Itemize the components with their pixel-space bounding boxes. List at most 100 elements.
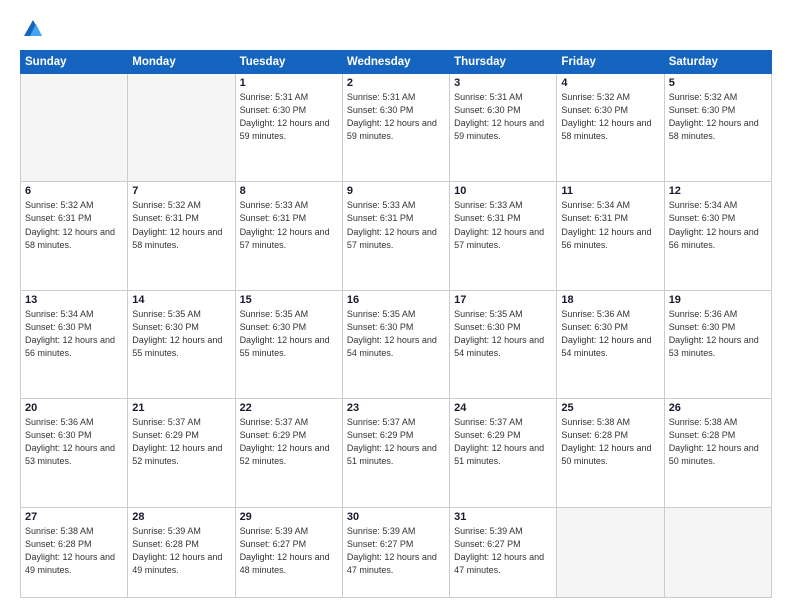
day-number: 17 xyxy=(454,294,552,306)
day-number: 23 xyxy=(347,402,445,414)
calendar-cell: 1 Sunrise: 5:31 AMSunset: 6:30 PMDaylight… xyxy=(235,74,342,182)
day-info: Sunrise: 5:36 AMSunset: 6:30 PMDaylight:… xyxy=(669,308,767,360)
day-info: Sunrise: 5:33 AMSunset: 6:31 PMDaylight:… xyxy=(347,199,445,251)
header xyxy=(20,18,772,40)
calendar-cell: 8 Sunrise: 5:33 AMSunset: 6:31 PMDaylight… xyxy=(235,182,342,290)
logo xyxy=(20,18,44,40)
calendar-cell: 5 Sunrise: 5:32 AMSunset: 6:30 PMDaylight… xyxy=(664,74,771,182)
calendar-cell: 4 Sunrise: 5:32 AMSunset: 6:30 PMDaylight… xyxy=(557,74,664,182)
day-info: Sunrise: 5:31 AMSunset: 6:30 PMDaylight:… xyxy=(347,91,445,143)
calendar-cell: 13 Sunrise: 5:34 AMSunset: 6:30 PMDayligh… xyxy=(21,290,128,398)
day-info: Sunrise: 5:39 AMSunset: 6:27 PMDaylight:… xyxy=(240,525,338,577)
calendar-cell: 24 Sunrise: 5:37 AMSunset: 6:29 PMDayligh… xyxy=(450,399,557,507)
day-number: 31 xyxy=(454,511,552,523)
weekday-header-sunday: Sunday xyxy=(21,51,128,74)
day-info: Sunrise: 5:32 AMSunset: 6:30 PMDaylight:… xyxy=(561,91,659,143)
calendar-cell: 21Sunrise: 5:37 AMSunset: 6:29 PMDayligh… xyxy=(128,399,235,507)
calendar-cell xyxy=(664,507,771,597)
day-info: Sunrise: 5:37 AMSunset: 6:29 PMDaylight:… xyxy=(240,416,338,468)
weekday-header-tuesday: Tuesday xyxy=(235,51,342,74)
day-info: Sunrise: 5:39 AMSunset: 6:27 PMDaylight:… xyxy=(454,525,552,577)
day-info: Sunrise: 5:33 AMSunset: 6:31 PMDaylight:… xyxy=(454,199,552,251)
day-info: Sunrise: 5:37 AMSunset: 6:29 PMDaylight:… xyxy=(454,416,552,468)
day-info: Sunrise: 5:33 AMSunset: 6:31 PMDaylight:… xyxy=(240,199,338,251)
day-info: Sunrise: 5:39 AMSunset: 6:27 PMDaylight:… xyxy=(347,525,445,577)
day-number: 10 xyxy=(454,185,552,197)
day-number: 30 xyxy=(347,511,445,523)
week-row-3: 13 Sunrise: 5:34 AMSunset: 6:30 PMDayligh… xyxy=(21,290,772,398)
calendar-cell xyxy=(557,507,664,597)
calendar-cell: 12Sunrise: 5:34 AMSunset: 6:30 PMDayligh… xyxy=(664,182,771,290)
day-number: 26 xyxy=(669,402,767,414)
weekday-header-row: SundayMondayTuesdayWednesdayThursdayFrid… xyxy=(21,51,772,74)
calendar-cell xyxy=(128,74,235,182)
calendar-cell: 2 Sunrise: 5:31 AMSunset: 6:30 PMDaylight… xyxy=(342,74,449,182)
calendar-cell: 6 Sunrise: 5:32 AMSunset: 6:31 PMDaylight… xyxy=(21,182,128,290)
calendar-cell: 31 Sunrise: 5:39 AMSunset: 6:27 PMDayligh… xyxy=(450,507,557,597)
calendar-cell: 27Sunrise: 5:38 AMSunset: 6:28 PMDayligh… xyxy=(21,507,128,597)
day-number: 18 xyxy=(561,294,659,306)
day-number: 24 xyxy=(454,402,552,414)
day-info: Sunrise: 5:32 AMSunset: 6:30 PMDaylight:… xyxy=(669,91,767,143)
week-row-5: 27Sunrise: 5:38 AMSunset: 6:28 PMDayligh… xyxy=(21,507,772,597)
day-info: Sunrise: 5:39 AMSunset: 6:28 PMDaylight:… xyxy=(132,525,230,577)
page: SundayMondayTuesdayWednesdayThursdayFrid… xyxy=(0,0,792,612)
day-number: 11 xyxy=(561,185,659,197)
day-info: Sunrise: 5:38 AMSunset: 6:28 PMDaylight:… xyxy=(561,416,659,468)
day-number: 29 xyxy=(240,511,338,523)
day-info: Sunrise: 5:38 AMSunset: 6:28 PMDaylight:… xyxy=(669,416,767,468)
calendar-cell: 14 Sunrise: 5:35 AMSunset: 6:30 PMDayligh… xyxy=(128,290,235,398)
day-number: 5 xyxy=(669,77,767,89)
day-number: 7 xyxy=(132,185,230,197)
weekday-header-monday: Monday xyxy=(128,51,235,74)
calendar-cell xyxy=(21,74,128,182)
day-number: 21 xyxy=(132,402,230,414)
day-info: Sunrise: 5:36 AMSunset: 6:30 PMDaylight:… xyxy=(25,416,123,468)
day-number: 22 xyxy=(240,402,338,414)
day-number: 2 xyxy=(347,77,445,89)
calendar-cell: 17Sunrise: 5:35 AMSunset: 6:30 PMDayligh… xyxy=(450,290,557,398)
calendar-cell: 29 Sunrise: 5:39 AMSunset: 6:27 PMDayligh… xyxy=(235,507,342,597)
weekday-header-thursday: Thursday xyxy=(450,51,557,74)
day-info: Sunrise: 5:35 AMSunset: 6:30 PMDaylight:… xyxy=(347,308,445,360)
calendar-cell: 11 Sunrise: 5:34 AMSunset: 6:31 PMDayligh… xyxy=(557,182,664,290)
calendar-cell: 19 Sunrise: 5:36 AMSunset: 6:30 PMDayligh… xyxy=(664,290,771,398)
calendar-cell: 20Sunrise: 5:36 AMSunset: 6:30 PMDayligh… xyxy=(21,399,128,507)
day-number: 3 xyxy=(454,77,552,89)
calendar-cell: 18 Sunrise: 5:36 AMSunset: 6:30 PMDayligh… xyxy=(557,290,664,398)
day-info: Sunrise: 5:36 AMSunset: 6:30 PMDaylight:… xyxy=(561,308,659,360)
day-info: Sunrise: 5:37 AMSunset: 6:29 PMDaylight:… xyxy=(347,416,445,468)
day-info: Sunrise: 5:32 AMSunset: 6:31 PMDaylight:… xyxy=(25,199,123,251)
calendar-table: SundayMondayTuesdayWednesdayThursdayFrid… xyxy=(20,50,772,598)
day-number: 15 xyxy=(240,294,338,306)
day-number: 28 xyxy=(132,511,230,523)
calendar-cell: 28 Sunrise: 5:39 AMSunset: 6:28 PMDayligh… xyxy=(128,507,235,597)
day-info: Sunrise: 5:35 AMSunset: 6:30 PMDaylight:… xyxy=(240,308,338,360)
day-info: Sunrise: 5:35 AMSunset: 6:30 PMDaylight:… xyxy=(132,308,230,360)
day-number: 14 xyxy=(132,294,230,306)
day-info: Sunrise: 5:34 AMSunset: 6:30 PMDaylight:… xyxy=(25,308,123,360)
day-number: 8 xyxy=(240,185,338,197)
calendar-cell: 26 Sunrise: 5:38 AMSunset: 6:28 PMDayligh… xyxy=(664,399,771,507)
day-info: Sunrise: 5:31 AMSunset: 6:30 PMDaylight:… xyxy=(454,91,552,143)
weekday-header-saturday: Saturday xyxy=(664,51,771,74)
day-info: Sunrise: 5:34 AMSunset: 6:31 PMDaylight:… xyxy=(561,199,659,251)
weekday-header-wednesday: Wednesday xyxy=(342,51,449,74)
week-row-4: 20Sunrise: 5:36 AMSunset: 6:30 PMDayligh… xyxy=(21,399,772,507)
day-number: 25 xyxy=(561,402,659,414)
logo-icon xyxy=(22,18,44,40)
weekday-header-friday: Friday xyxy=(557,51,664,74)
day-number: 12 xyxy=(669,185,767,197)
calendar-cell: 16 Sunrise: 5:35 AMSunset: 6:30 PMDayligh… xyxy=(342,290,449,398)
day-number: 13 xyxy=(25,294,123,306)
day-info: Sunrise: 5:32 AMSunset: 6:31 PMDaylight:… xyxy=(132,199,230,251)
day-number: 9 xyxy=(347,185,445,197)
day-number: 19 xyxy=(669,294,767,306)
calendar-cell: 23 Sunrise: 5:37 AMSunset: 6:29 PMDayligh… xyxy=(342,399,449,507)
day-number: 6 xyxy=(25,185,123,197)
day-info: Sunrise: 5:31 AMSunset: 6:30 PMDaylight:… xyxy=(240,91,338,143)
day-number: 16 xyxy=(347,294,445,306)
calendar-cell: 3 Sunrise: 5:31 AMSunset: 6:30 PMDaylight… xyxy=(450,74,557,182)
day-number: 1 xyxy=(240,77,338,89)
day-number: 4 xyxy=(561,77,659,89)
